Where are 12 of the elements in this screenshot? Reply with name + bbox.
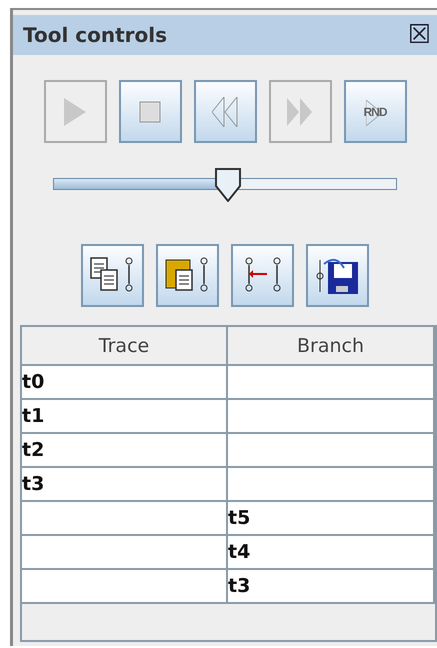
table-cell: t5 bbox=[228, 502, 435, 536]
column-header[interactable]: Branch bbox=[228, 327, 435, 366]
table-cell: t0 bbox=[22, 366, 228, 400]
table-cell: t2 bbox=[22, 434, 228, 468]
column-header[interactable]: Trace bbox=[22, 327, 228, 366]
window-title: Tool controls bbox=[23, 23, 168, 47]
table-cell: t3 bbox=[228, 570, 435, 604]
table-cell: t1 bbox=[22, 400, 228, 434]
random-button[interactable]: RND bbox=[344, 80, 406, 143]
table-cell: t4 bbox=[228, 536, 435, 570]
table-cell: t3 bbox=[22, 468, 228, 502]
close-button[interactable]: ☒ bbox=[408, 22, 431, 48]
